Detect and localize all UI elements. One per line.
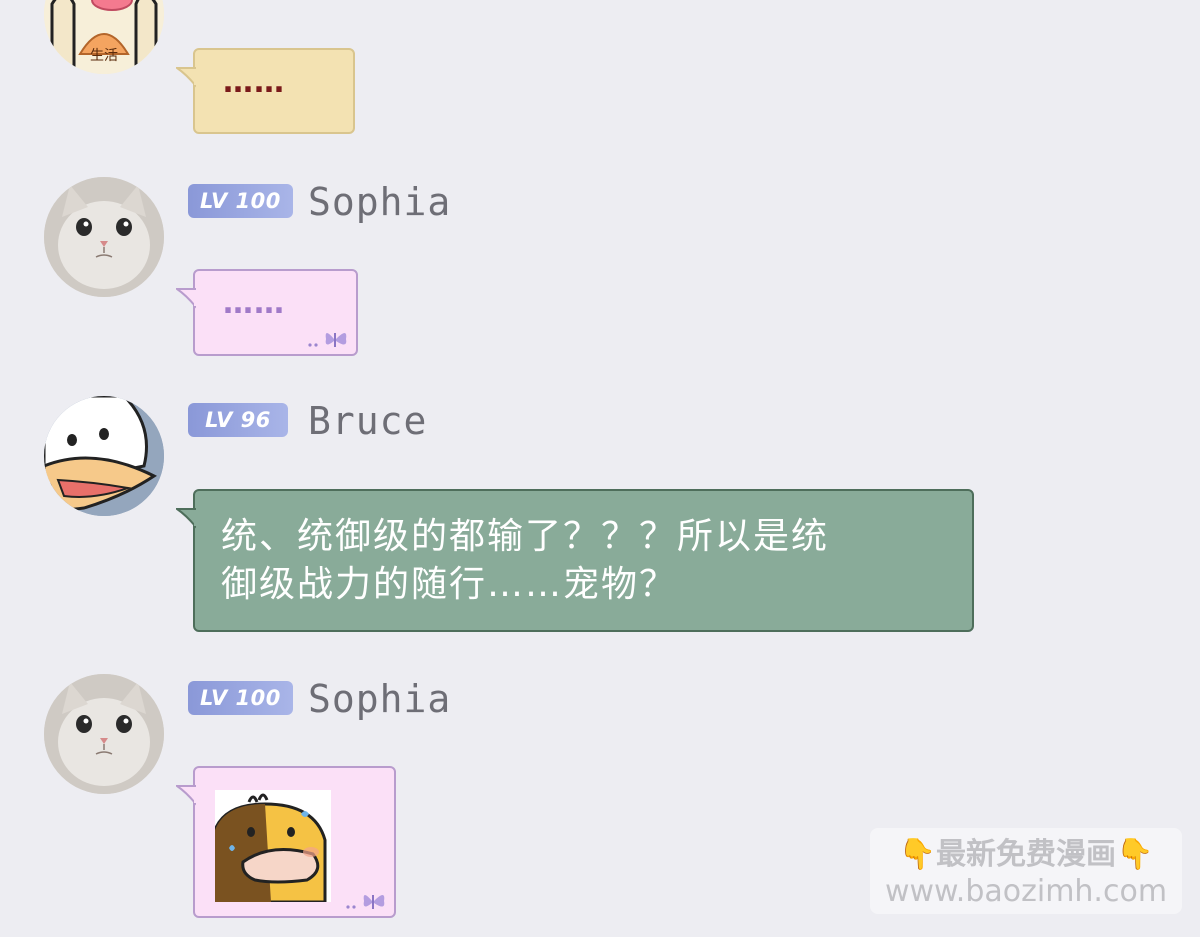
nervous-duck-sticker-icon [213, 790, 331, 904]
message-text: …… [223, 65, 285, 100]
sticker-image[interactable] [213, 790, 331, 904]
message-text-line-2: 御级战力的随行……宠物？ [221, 564, 678, 605]
user-avatar[interactable] [44, 177, 164, 297]
message-bubble[interactable]: …… [176, 269, 358, 356]
pointing-down-icon: 👇 [1116, 837, 1154, 872]
pointing-down-icon: 👇 [898, 837, 936, 872]
watermark[interactable]: 👇最新免费漫画👇 www.baozimh.com [870, 828, 1182, 914]
level-badge: LV 100 [188, 681, 293, 715]
level-badge: LV 100 [188, 184, 293, 218]
bubble-tail [176, 508, 196, 529]
user-avatar[interactable] [44, 396, 164, 516]
watermark-title: 最新免费漫画 [936, 837, 1116, 872]
bubble-tail [176, 288, 196, 309]
butterfly-icon [308, 333, 347, 347]
cat-avatar-icon [44, 674, 164, 794]
message-text-line-1: 统、统御级的都输了？？？所以是统 [221, 516, 830, 557]
cat-avatar-icon [44, 177, 164, 297]
bubble-tail [176, 785, 196, 806]
bubble-tail [176, 67, 196, 88]
username[interactable]: Bruce [308, 401, 427, 441]
message-bubble[interactable]: 统、统御级的都输了？？？所以是统 御级战力的随行……宠物？ [176, 489, 974, 632]
duck-avatar-icon [44, 396, 164, 516]
watermark-title-row: 👇最新免费漫画👇 [870, 836, 1182, 874]
message-bubble[interactable]: …… [176, 48, 355, 134]
avatar-life-icon: 生活 [44, 0, 164, 74]
watermark-url[interactable]: www.baozimh.com [870, 874, 1182, 910]
username[interactable]: Sophia [308, 182, 451, 222]
message-text: 统、统御级的都输了？？？所以是统 御级战力的随行……宠物？ [221, 513, 932, 609]
message-bubble[interactable] [176, 766, 396, 918]
user-avatar[interactable]: 生活 [44, 0, 164, 74]
message-text: …… [223, 286, 285, 321]
butterfly-icon [346, 895, 385, 909]
username[interactable]: Sophia [308, 679, 451, 719]
level-badge: LV 96 [188, 403, 288, 437]
avatar-label: 生活 [90, 48, 118, 64]
user-avatar[interactable] [44, 674, 164, 794]
